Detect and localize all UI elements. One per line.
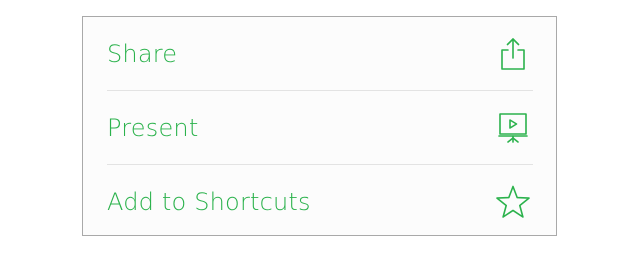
present-icon (493, 108, 533, 148)
menu-item-present[interactable]: Present (107, 90, 533, 164)
menu-item-add-to-shortcuts[interactable]: Add to Shortcuts (107, 164, 533, 238)
menu-item-label: Share (107, 39, 178, 68)
share-icon (493, 34, 533, 74)
action-menu: Share Present Add to Shortcuts (82, 16, 557, 236)
menu-item-label: Present (107, 113, 199, 142)
menu-item-share[interactable]: Share (107, 17, 533, 90)
menu-item-label: Add to Shortcuts (107, 187, 311, 216)
star-icon (493, 182, 533, 222)
